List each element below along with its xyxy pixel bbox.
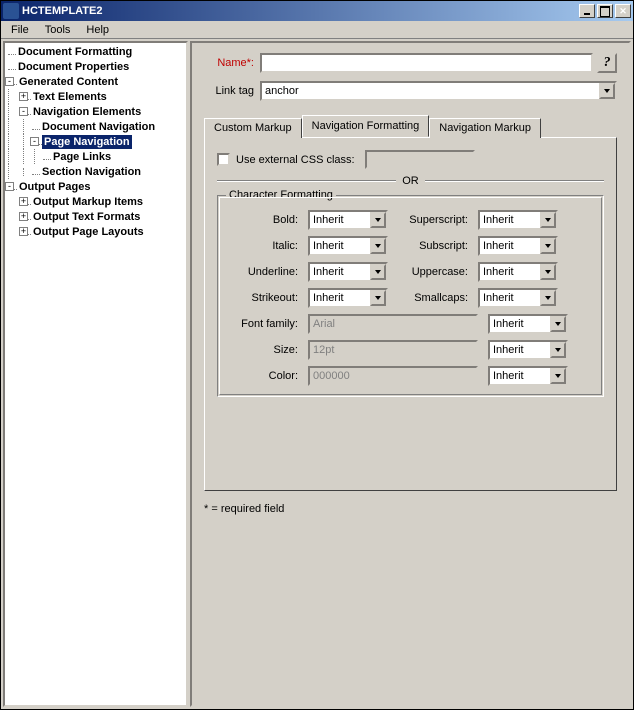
strikeout-select[interactable]: Inherit: [308, 288, 388, 308]
tab-navigation-formatting[interactable]: Navigation Formatting: [302, 115, 430, 137]
link-tag-select[interactable]: anchor: [260, 81, 617, 101]
menubar: File Tools Help: [1, 21, 633, 39]
dropdown-icon: [550, 368, 566, 384]
menu-tools[interactable]: Tools: [37, 22, 79, 38]
content-area: Document Formatting Document Properties …: [1, 39, 633, 709]
uppercase-select[interactable]: Inherit: [478, 262, 558, 282]
external-css-input[interactable]: [365, 150, 475, 169]
name-label: Name*:: [204, 57, 254, 69]
dropdown-icon: [540, 264, 556, 280]
tab-body: Use external CSS class: OR Character For…: [204, 137, 617, 491]
character-formatting-group: Character Formatting Bold: Inherit Super…: [217, 195, 604, 397]
smallcaps-label: Smallcaps:: [398, 292, 468, 304]
tree-output-page-layouts[interactable]: Output Page Layouts: [31, 225, 146, 239]
tab-custom-markup[interactable]: Custom Markup: [204, 118, 302, 138]
menu-file[interactable]: File: [3, 22, 37, 38]
tree-toggle-output-pages[interactable]: -: [5, 182, 14, 191]
dropdown-icon: [550, 342, 566, 358]
or-label: OR: [396, 175, 425, 187]
name-input[interactable]: [260, 53, 593, 73]
superscript-label: Superscript:: [398, 214, 468, 226]
color-input: 000000: [308, 366, 478, 386]
tabs: Custom Markup Navigation Formatting Navi…: [204, 115, 617, 491]
divider-right: [425, 180, 604, 182]
close-button[interactable]: [615, 4, 631, 18]
app-icon: [3, 3, 19, 19]
tree-toggle-page-nav[interactable]: -: [30, 137, 39, 146]
tree-generated-content[interactable]: Generated Content: [17, 75, 120, 89]
tree-toggle-text-elements[interactable]: +: [19, 92, 28, 101]
size-label: Size:: [228, 344, 298, 356]
smallcaps-select[interactable]: Inherit: [478, 288, 558, 308]
dropdown-icon: [540, 290, 556, 306]
dropdown-icon: [370, 238, 386, 254]
minimize-button[interactable]: [579, 4, 595, 18]
dropdown-icon: [370, 290, 386, 306]
font-family-label: Font family:: [228, 318, 298, 330]
tree-output-text-formats[interactable]: Output Text Formats: [31, 210, 142, 224]
tree-toggle-generated[interactable]: -: [5, 77, 14, 86]
subscript-label: Subscript:: [398, 240, 468, 252]
link-tag-label: Link tag: [204, 85, 254, 97]
tree-page-navigation[interactable]: Page Navigation: [42, 135, 132, 149]
tree-nav-elements[interactable]: Navigation Elements: [31, 105, 143, 119]
size-mode-select[interactable]: Inherit: [488, 340, 568, 360]
size-input: 12pt: [308, 340, 478, 360]
dropdown-icon: [599, 83, 615, 99]
tree-doc-properties[interactable]: Document Properties: [16, 60, 131, 74]
superscript-select[interactable]: Inherit: [478, 210, 558, 230]
tree-toggle-text-formats[interactable]: +: [19, 212, 28, 221]
tab-navigation-markup[interactable]: Navigation Markup: [429, 118, 541, 138]
window-title: HCTEMPLATE2: [22, 5, 577, 17]
uppercase-label: Uppercase:: [398, 266, 468, 278]
tree-panel[interactable]: Document Formatting Document Properties …: [3, 41, 188, 707]
tree-output-markup-items[interactable]: Output Markup Items: [31, 195, 145, 209]
font-family-input: Arial: [308, 314, 478, 334]
italic-label: Italic:: [228, 240, 298, 252]
divider-left: [217, 180, 396, 182]
dropdown-icon: [370, 264, 386, 280]
use-external-css-checkbox[interactable]: [217, 153, 230, 166]
link-tag-value: anchor: [262, 85, 599, 97]
color-mode-select[interactable]: Inherit: [488, 366, 568, 386]
tree-toggle-markup-items[interactable]: +: [19, 197, 28, 206]
help-button[interactable]: ?: [597, 53, 617, 73]
titlebar: HCTEMPLATE2: [1, 1, 633, 21]
tree-toggle-nav-elements[interactable]: -: [19, 107, 28, 116]
tree-text-elements[interactable]: Text Elements: [31, 90, 109, 104]
italic-select[interactable]: Inherit: [308, 236, 388, 256]
main-panel: Name*: ? Link tag anchor Custom Markup N…: [190, 41, 631, 707]
maximize-button[interactable]: [597, 4, 613, 18]
use-external-css-label: Use external CSS class:: [236, 154, 355, 166]
tree-page-links[interactable]: Page Links: [51, 150, 113, 164]
tree-output-pages[interactable]: Output Pages: [17, 180, 93, 194]
strikeout-label: Strikeout:: [228, 292, 298, 304]
dropdown-icon: [540, 238, 556, 254]
underline-label: Underline:: [228, 266, 298, 278]
app-window: HCTEMPLATE2 File Tools Help Document For…: [0, 0, 634, 710]
character-formatting-title: Character Formatting: [226, 189, 336, 201]
dropdown-icon: [370, 212, 386, 228]
required-footnote: * = required field: [204, 503, 284, 515]
tree-doc-navigation[interactable]: Document Navigation: [40, 120, 157, 134]
bold-select[interactable]: Inherit: [308, 210, 388, 230]
subscript-select[interactable]: Inherit: [478, 236, 558, 256]
dropdown-icon: [550, 316, 566, 332]
font-family-mode-select[interactable]: Inherit: [488, 314, 568, 334]
tree-doc-formatting[interactable]: Document Formatting: [16, 45, 134, 59]
bold-label: Bold:: [228, 214, 298, 226]
menu-help[interactable]: Help: [78, 22, 117, 38]
tree-section-navigation[interactable]: Section Navigation: [40, 165, 143, 179]
color-label: Color:: [228, 370, 298, 382]
underline-select[interactable]: Inherit: [308, 262, 388, 282]
dropdown-icon: [540, 212, 556, 228]
tree-toggle-page-layouts[interactable]: +: [19, 227, 28, 236]
